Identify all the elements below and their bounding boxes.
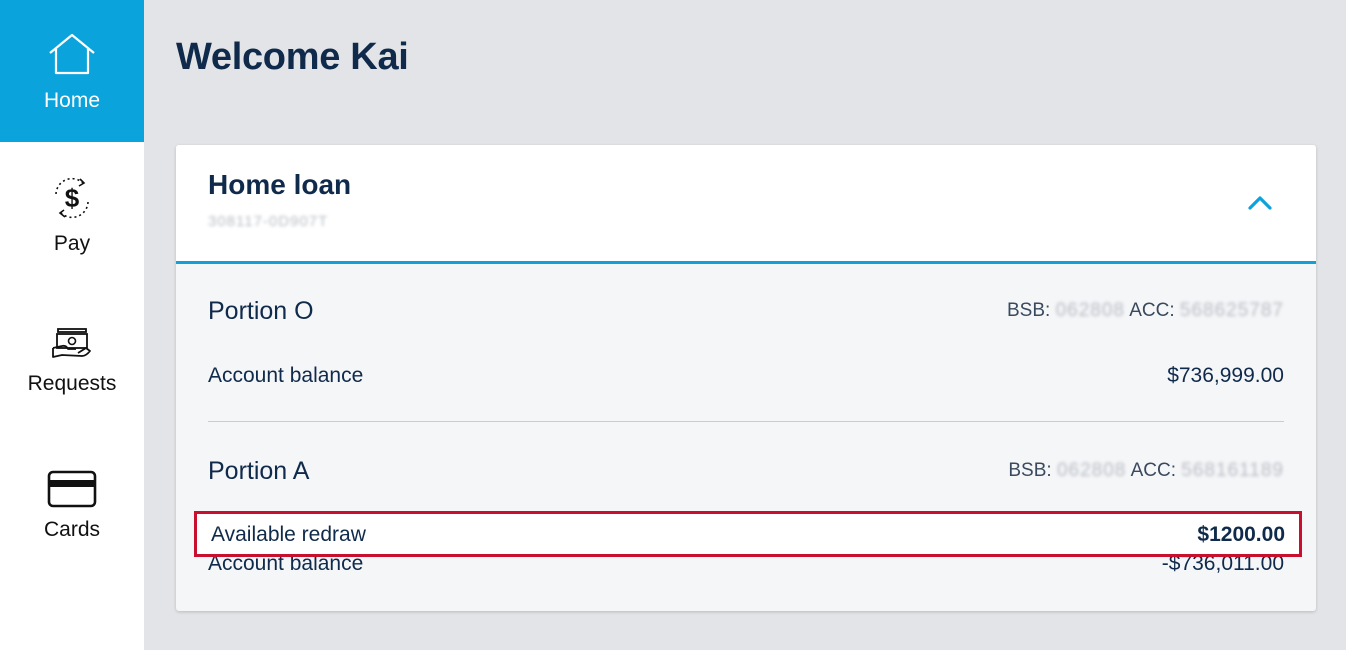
available-redraw-label: Available redraw: [211, 523, 366, 546]
bsb-label: BSB:: [1008, 460, 1052, 481]
cash-hand-icon: [50, 326, 94, 367]
portion-name: Portion O: [208, 297, 314, 325]
house-icon: [46, 32, 98, 81]
acc-label: ACC:: [1129, 300, 1175, 321]
card-header[interactable]: Home loan 308117-0D907T: [176, 145, 1316, 264]
chevron-up-icon[interactable]: [1246, 189, 1274, 217]
portion-name: Portion A: [208, 457, 310, 485]
sidebar-item-requests[interactable]: Requests: [0, 326, 144, 416]
bsb-value: 062808: [1056, 460, 1127, 481]
bsb-acc-line: BSB: 062808 ACC: 568625787: [1007, 300, 1284, 322]
sidebar-item-label: Pay: [53, 232, 91, 255]
available-redraw-row: Available redraw $1200.00: [194, 511, 1302, 557]
sidebar: Home $ Pay Requests Cards: [0, 0, 144, 650]
bsb-value: 062808: [1055, 300, 1125, 321]
acc-value: 568625787: [1179, 300, 1284, 321]
credit-card-icon: [47, 470, 97, 513]
sidebar-item-label: Requests: [27, 372, 117, 395]
sidebar-item-home[interactable]: Home: [0, 0, 144, 142]
acc-value: 568161189: [1181, 460, 1284, 481]
card-account-number: 308117-0D907T: [208, 213, 329, 230]
bsb-label: BSB:: [1006, 300, 1051, 321]
sidebar-item-label: Home: [43, 89, 101, 112]
sidebar-item-label: Cards: [43, 518, 101, 541]
sidebar-item-cards[interactable]: Cards: [0, 470, 144, 560]
page-title: Welcome Kai: [176, 36, 409, 78]
bsb-acc-line: BSB: 062808 ACC: 568161189: [1008, 460, 1284, 482]
svg-text:$: $: [65, 183, 80, 213]
divider: [208, 421, 1284, 422]
card-title: Home loan: [208, 169, 352, 200]
acc-label: ACC:: [1130, 460, 1177, 481]
home-loan-card: Home loan 308117-0D907T Portion O BSB: 0…: [176, 145, 1316, 611]
available-redraw-value: $1200.00: [1197, 523, 1285, 546]
account-balance-label: Account balance: [208, 364, 364, 387]
account-balance-value: $736,999.00: [1167, 364, 1284, 387]
sidebar-item-pay[interactable]: $ Pay: [0, 174, 144, 274]
dollar-cycle-icon: $: [47, 174, 97, 227]
